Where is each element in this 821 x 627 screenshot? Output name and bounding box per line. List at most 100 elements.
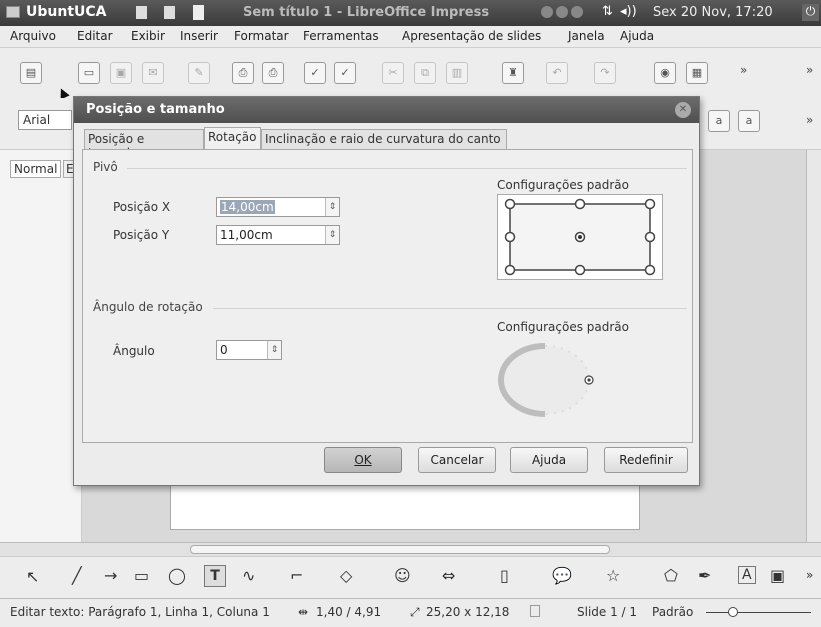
- maximize-icon[interactable]: [556, 6, 568, 18]
- spin-arrows-icon[interactable]: ⇕: [325, 198, 339, 216]
- printer-icon[interactable]: ▭: [78, 62, 100, 84]
- document-modified-icon: [530, 605, 540, 617]
- volume-icon[interactable]: ◂)): [620, 4, 637, 19]
- stars-icon[interactable]: ☆: [606, 566, 620, 585]
- gallery-icon[interactable]: ◉: [654, 62, 676, 84]
- insert-image-icon[interactable]: ▣: [770, 566, 785, 585]
- menu-arquivo[interactable]: Arquivo: [10, 29, 56, 43]
- tab-normal[interactable]: Normal: [10, 160, 62, 178]
- ellipse-icon[interactable]: ◯: [168, 566, 186, 585]
- pos-x-value[interactable]: 14,00cm: [220, 200, 275, 214]
- tab-inclinacao[interactable]: Inclinação e raio de curvatura do canto: [261, 129, 507, 149]
- left-pane: Normal Es: [0, 150, 83, 542]
- tab-posicao-tamanho[interactable]: Posição e tamanho: [84, 129, 204, 160]
- rotation-section-title: Ângulo de rotação: [93, 300, 203, 314]
- export-pdf-icon[interactable]: ⎙: [232, 62, 254, 84]
- angle-value[interactable]: 0: [220, 343, 228, 357]
- angle-field[interactable]: 0 ⇕: [216, 340, 282, 360]
- edit-file-icon[interactable]: ✎: [188, 62, 210, 84]
- pivot-default-settings[interactable]: [497, 194, 663, 280]
- scroll-thumb[interactable]: [190, 545, 610, 554]
- zoom-slider[interactable]: [706, 612, 811, 613]
- status-size: 25,20 x 12,18: [426, 605, 510, 619]
- cancel-button[interactable]: Cancelar: [418, 447, 496, 473]
- angle-dial[interactable]: [495, 336, 611, 418]
- spin-arrows-icon[interactable]: ⇕: [325, 226, 339, 244]
- ok-button[interactable]: OK: [324, 447, 402, 473]
- pivot-section-title: Pivô: [93, 160, 118, 174]
- close-window-icon[interactable]: [571, 6, 583, 18]
- pos-y-value[interactable]: 11,00cm: [220, 228, 273, 242]
- help-button[interactable]: Ajuda: [510, 447, 588, 473]
- menu-formatar[interactable]: Formatar: [234, 29, 289, 43]
- spellcheck-icon[interactable]: ✓: [304, 62, 326, 84]
- menu-ajuda[interactable]: Ajuda: [620, 29, 654, 43]
- redo-icon[interactable]: ↷: [594, 62, 616, 84]
- pos-y-field[interactable]: 11,00cm ⇕: [216, 225, 340, 245]
- angle-label: Ângulo: [113, 344, 155, 358]
- select-arrow-icon[interactable]: ↖: [26, 567, 39, 586]
- rotation-defaults-label: Configurações padrão: [497, 320, 629, 334]
- reset-button[interactable]: Redefinir: [604, 447, 688, 473]
- clone-format-icon[interactable]: ♜: [502, 62, 524, 84]
- save-icon[interactable]: ▣: [110, 62, 132, 84]
- clock[interactable]: Sex 20 Nov, 17:20: [653, 5, 773, 20]
- menu-grid-icon[interactable]: [6, 6, 20, 18]
- overflow-icon[interactable]: »: [806, 568, 813, 582]
- status-position: 1,40 / 4,91: [316, 605, 382, 619]
- callouts-icon[interactable]: 💬: [552, 566, 572, 585]
- app-name[interactable]: UbuntUCA: [26, 4, 107, 20]
- document-icon[interactable]: [136, 6, 147, 19]
- blank-page-icon[interactable]: [193, 5, 204, 20]
- increase-font-icon[interactable]: a: [708, 110, 730, 132]
- menu-ferramentas[interactable]: Ferramentas: [303, 29, 379, 43]
- basic-shapes-icon[interactable]: ◇: [340, 566, 352, 585]
- fontwork-icon[interactable]: A: [738, 566, 756, 584]
- overflow-icon[interactable]: »: [806, 113, 813, 127]
- decrease-font-icon[interactable]: a: [738, 110, 760, 132]
- text-tool-icon[interactable]: T: [204, 565, 226, 587]
- horizontal-scrollbar[interactable]: [0, 542, 821, 556]
- pos-x-field[interactable]: 14,00cm ⇕: [216, 197, 340, 217]
- minimize-icon[interactable]: [541, 6, 553, 18]
- copy-icon[interactable]: ⧉: [414, 62, 436, 84]
- print-icon[interactable]: ⎙: [262, 62, 284, 84]
- arrow-line-icon[interactable]: →: [104, 566, 117, 585]
- vertical-scrollbar[interactable]: [806, 150, 821, 542]
- power-icon[interactable]: ⏻: [802, 4, 819, 21]
- document-icon[interactable]: [164, 6, 175, 19]
- block-arrows-icon[interactable]: ⇔: [442, 566, 455, 585]
- menu-apresentacao[interactable]: Apresentação de slides: [402, 29, 541, 43]
- connector-icon[interactable]: ⌐: [290, 566, 303, 585]
- glue-points-icon[interactable]: ✒: [698, 566, 711, 585]
- paste-icon[interactable]: ▥: [446, 62, 468, 84]
- new-document-icon[interactable]: ▤: [20, 62, 42, 84]
- pivot-control-graphic[interactable]: [498, 195, 662, 279]
- network-icon[interactable]: ⇅: [602, 4, 613, 19]
- zoom-slider-thumb[interactable]: [728, 607, 738, 617]
- close-icon[interactable]: ✕: [675, 102, 691, 118]
- symbol-shapes-icon[interactable]: ☺: [394, 566, 411, 585]
- email-icon[interactable]: ✉: [142, 62, 164, 84]
- tab-rotacao[interactable]: Rotação: [204, 127, 261, 150]
- pivot-defaults-label: Configurações padrão: [497, 178, 629, 192]
- points-icon[interactable]: ⬠: [664, 566, 678, 585]
- pos-x-label: Posição X: [113, 200, 171, 214]
- menu-inserir[interactable]: Inserir: [180, 29, 218, 43]
- overflow-icon[interactable]: »: [806, 63, 813, 77]
- more-icon[interactable]: »: [740, 63, 747, 77]
- cut-icon[interactable]: ✂: [382, 62, 404, 84]
- undo-icon[interactable]: ↶: [546, 62, 568, 84]
- menu-janela[interactable]: Janela: [568, 29, 605, 43]
- curve-icon[interactable]: ∿: [242, 566, 255, 585]
- menu-editar[interactable]: Editar: [77, 29, 113, 43]
- font-name-box[interactable]: Arial: [18, 110, 72, 130]
- autospellcheck-icon[interactable]: ✓: [334, 62, 356, 84]
- line-icon[interactable]: ╱: [72, 566, 82, 585]
- flowchart-icon[interactable]: ▯: [500, 566, 509, 585]
- table-icon[interactable]: ▦: [686, 62, 708, 84]
- rectangle-icon[interactable]: ▭: [134, 566, 149, 585]
- spin-arrows-icon[interactable]: ⇕: [267, 341, 281, 359]
- menu-exibir[interactable]: Exibir: [131, 29, 165, 43]
- rotation-panel: Pivô Posição X 14,00cm ⇕ Posição Y 11,00…: [82, 149, 693, 443]
